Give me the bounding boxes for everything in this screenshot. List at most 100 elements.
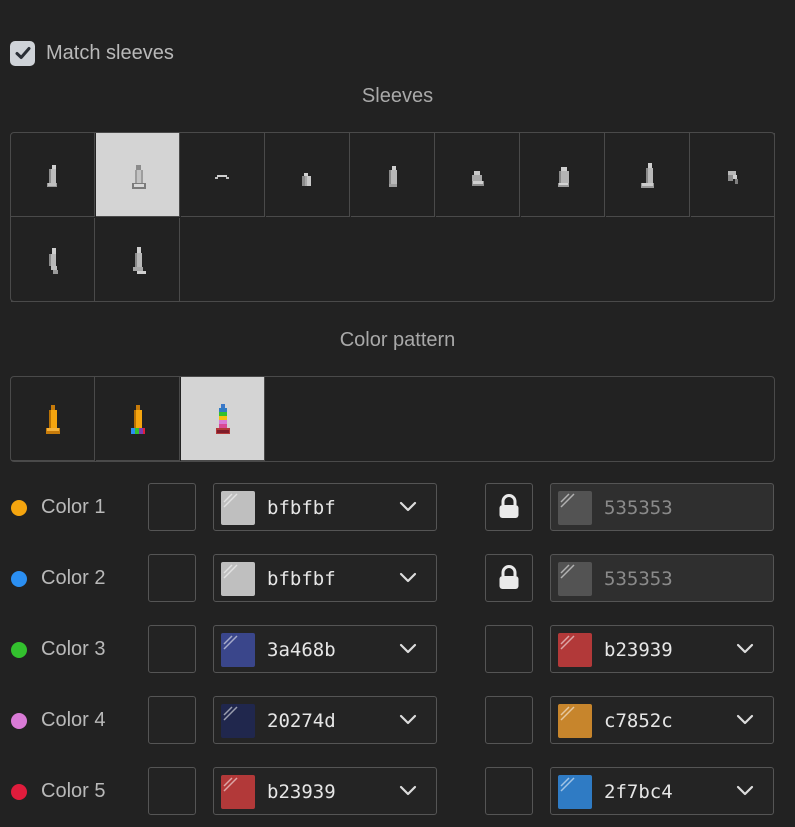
sleeve-option[interactable] (351, 133, 435, 217)
sleeve-style-4-icon (301, 172, 311, 186)
sleeve-style-6-icon (471, 170, 484, 186)
secondary-color-dropdown[interactable]: b23939 (550, 625, 774, 673)
sleeve-style-7-icon (557, 166, 569, 187)
primary-color-dropdown[interactable]: 3a468b (213, 625, 437, 673)
sleeve-option[interactable] (181, 133, 265, 217)
primary-color-hex: 20274d (267, 710, 336, 732)
sleeve-option[interactable] (691, 133, 775, 217)
primary-color-hex: bfbfbf (267, 568, 336, 590)
primary-color-dropdown[interactable]: bfbfbf (213, 554, 437, 602)
color-label: Color 1 (41, 496, 106, 518)
sleeve-style-2-icon (131, 164, 146, 189)
color-pattern-title: Color pattern (339, 329, 456, 351)
color-swatch (221, 491, 255, 525)
sleeve-style-8-icon (640, 162, 654, 188)
sleeve-option[interactable] (11, 218, 95, 302)
secondary-color-hex: 535353 (604, 497, 673, 519)
color-row: Color 1 bfbfbf 535353 (0, 483, 795, 533)
secondary-color-hex: 535353 (604, 568, 673, 590)
secondary-toggle-box[interactable] (485, 767, 533, 815)
pattern-solid-icon (45, 404, 60, 434)
sleeve-option[interactable] (266, 133, 350, 217)
color-row: Color 4 20274d c7852c (0, 696, 795, 746)
color-row: Color 5 b23939 2f7bc4 (0, 767, 795, 817)
match-sleeves-row[interactable]: Match sleeves (10, 40, 174, 66)
color-swatch (558, 491, 592, 525)
color-pattern-grid (10, 376, 775, 462)
match-sleeves-label: Match sleeves (46, 41, 174, 64)
chevron-down-icon (399, 501, 417, 512)
color-toggle-box[interactable] (148, 767, 196, 815)
secondary-toggle-box[interactable] (485, 696, 533, 744)
lock-icon (499, 494, 519, 518)
color-label: Color 4 (41, 709, 106, 731)
sleeves-grid (10, 132, 775, 302)
pattern-rainbow-icon (215, 403, 230, 434)
color-row: Color 2 bfbfbf 535353 (0, 554, 795, 604)
chevron-down-icon (399, 785, 417, 796)
sleeve-style-5-icon (388, 165, 397, 187)
lock-toggle[interactable] (485, 483, 533, 531)
secondary-color-dropdown[interactable]: 2f7bc4 (550, 767, 774, 815)
primary-color-dropdown[interactable]: b23939 (213, 767, 437, 815)
color-swatch (221, 633, 255, 667)
chevron-down-icon (736, 643, 754, 654)
primary-color-hex: bfbfbf (267, 497, 336, 519)
color-pattern-option[interactable] (96, 377, 180, 461)
secondary-color-hex: 2f7bc4 (604, 781, 673, 803)
color-row: Color 3 3a468b b23939 (0, 625, 795, 675)
color-swatch (221, 775, 255, 809)
color-label: Color 5 (41, 780, 106, 802)
color-toggle-box[interactable] (148, 483, 196, 531)
lock-toggle[interactable] (485, 554, 533, 602)
color-swatch (221, 562, 255, 596)
primary-color-dropdown[interactable]: bfbfbf (213, 483, 437, 531)
sleeve-option[interactable] (11, 133, 95, 217)
chevron-down-icon (736, 785, 754, 796)
sleeve-option[interactable] (521, 133, 605, 217)
color-swatch (558, 562, 592, 596)
color-indicator-dot (11, 784, 27, 800)
checkmark-icon (15, 47, 30, 59)
sleeve-option[interactable] (436, 133, 520, 217)
lock-icon (499, 565, 519, 589)
sleeve-option[interactable] (96, 133, 180, 217)
color-toggle-box[interactable] (148, 625, 196, 673)
color-indicator-dot (11, 500, 27, 516)
pattern-trim-icon (130, 404, 145, 434)
color-pattern-option[interactable] (181, 377, 265, 461)
color-label: Color 3 (41, 638, 106, 660)
primary-color-hex: b23939 (267, 781, 336, 803)
sleeve-style-9-icon (727, 170, 738, 184)
sleeve-option[interactable] (606, 133, 690, 217)
secondary-color-dropdown: 535353 (550, 554, 774, 602)
color-indicator-dot (11, 571, 27, 587)
color-toggle-box[interactable] (148, 696, 196, 744)
sleeve-option[interactable] (96, 218, 180, 302)
secondary-color-hex: c7852c (604, 710, 673, 732)
color-pattern-option[interactable] (11, 377, 95, 461)
sleeve-style-11-icon (132, 246, 146, 274)
secondary-color-dropdown[interactable]: c7852c (550, 696, 774, 744)
sleeve-style-1-icon (46, 164, 57, 187)
color-label: Color 2 (41, 567, 106, 589)
primary-color-hex: 3a468b (267, 639, 336, 661)
color-swatch (558, 704, 592, 738)
chevron-down-icon (399, 714, 417, 725)
chevron-down-icon (399, 643, 417, 654)
color-toggle-box[interactable] (148, 554, 196, 602)
chevron-down-icon (736, 714, 754, 725)
secondary-toggle-box[interactable] (485, 625, 533, 673)
color-swatch (558, 775, 592, 809)
color-swatch (558, 633, 592, 667)
sleeve-style-10-icon (48, 247, 58, 274)
secondary-color-dropdown: 535353 (550, 483, 774, 531)
sleeves-title: Sleeves (361, 85, 434, 107)
secondary-color-hex: b23939 (604, 639, 673, 661)
color-indicator-dot (11, 642, 27, 658)
color-swatch (221, 704, 255, 738)
color-indicator-dot (11, 713, 27, 729)
primary-color-dropdown[interactable]: 20274d (213, 696, 437, 744)
match-sleeves-checkbox[interactable] (10, 40, 35, 66)
chevron-down-icon (399, 572, 417, 583)
